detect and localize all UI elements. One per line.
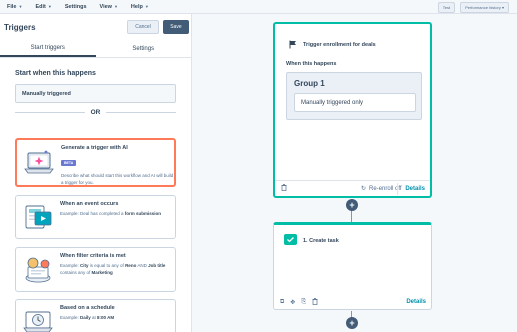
task-footer: ⧉ ✥ ⎘ Details <box>274 295 431 309</box>
performance-history-label: Performance history <box>465 5 501 10</box>
task-icon <box>284 232 297 250</box>
menu-view[interactable]: View ▼ <box>100 4 118 10</box>
schedule-card-description: Example: Daily at 8:00 AM <box>60 314 175 321</box>
laptop-sparkle-icon <box>17 140 61 185</box>
filter-desc-bold: Reno <box>125 263 137 268</box>
move-icon[interactable]: ✥ <box>290 299 295 306</box>
menu-help[interactable]: Help ▼ <box>131 4 149 10</box>
menu-file-label: File <box>7 3 17 10</box>
when-this-happens-label: When this happens <box>286 61 337 67</box>
tab-start-triggers[interactable]: Start triggers <box>0 40 96 57</box>
chevron-down-icon: ▼ <box>144 4 149 9</box>
chevron-down-icon: ▾ <box>501 5 504 10</box>
schedule-desc-bold: Daily <box>80 315 91 320</box>
filter-desc-text: AND <box>136 263 149 268</box>
filter-illustration-icon <box>16 248 60 291</box>
group-condition: Manually triggered only <box>294 93 416 112</box>
schedule-desc-text: Example: <box>60 315 81 320</box>
section-title: Start when this happens <box>15 70 96 77</box>
menu-settings-label: Settings <box>64 3 87 10</box>
cancel-button[interactable]: Cancel <box>127 20 159 34</box>
enrollment-trigger-node[interactable]: Trigger enrollment for deals When this h… <box>273 22 432 198</box>
filter-card-title: When filter criteria is met <box>60 253 126 259</box>
refresh-icon: ↻ <box>361 186 367 192</box>
event-illustration-icon <box>16 196 60 238</box>
filter-desc-bold: Marketing <box>91 270 113 275</box>
add-action-button[interactable]: + <box>346 317 358 329</box>
menu-edit[interactable]: Edit ▼ <box>35 4 51 10</box>
reenroll-toggle[interactable]: ↻ Re-enroll off <box>361 185 402 193</box>
schedule-desc-bold: 8:00 AM <box>97 315 115 320</box>
filter-group[interactable]: Group 1 Manually triggered only <box>286 72 422 120</box>
schedule-trigger-card[interactable]: Based on a schedule Example: Daily at 8:… <box>15 299 176 332</box>
triggers-panel: Triggers Cancel Save Start triggers Sett… <box>0 14 192 332</box>
trash-icon[interactable] <box>312 297 318 307</box>
performance-history-button[interactable]: Performance history ▾ <box>460 2 509 13</box>
add-action-button[interactable]: + <box>346 199 358 211</box>
event-trigger-card[interactable]: When an event occurs Example: Deal has c… <box>15 195 176 239</box>
top-menubar: File ▼ Edit ▼ Settings View ▼ Help ▼ Test Pe… <box>0 0 517 14</box>
filter-desc-text: contains any of <box>60 270 92 275</box>
panel-tabs: Start triggers Settings <box>0 40 191 58</box>
filter-card-description: Example: City is equal to any of Reno AN… <box>60 262 175 276</box>
menu-edit-label: Edit <box>35 3 46 10</box>
copy-icon[interactable]: ⧉ <box>280 299 284 306</box>
schedule-card-title: Based on a schedule <box>60 305 115 311</box>
filter-desc-bold: City <box>80 263 89 268</box>
panel-title: Triggers <box>4 22 36 32</box>
beta-badge: BETA <box>61 160 77 166</box>
ai-trigger-card[interactable]: Generate a trigger with AI BETA Describe… <box>15 138 176 187</box>
create-task-node[interactable]: 1. Create task ⧉ ✥ ⎘ Details <box>273 222 432 310</box>
save-button[interactable]: Save <box>163 20 189 34</box>
tab-settings[interactable]: Settings <box>96 40 192 57</box>
filter-desc-bold: Job title <box>148 263 166 268</box>
or-divider: OR <box>15 107 176 117</box>
or-label: OR <box>90 108 101 116</box>
group-title: Group 1 <box>294 79 325 88</box>
filter-trigger-card[interactable]: When filter criteria is met Example: Cit… <box>15 247 176 292</box>
menu-help-label: Help <box>130 3 143 10</box>
menu-settings[interactable]: Settings <box>65 4 87 10</box>
filter-desc-text: Example: <box>60 263 81 268</box>
schedule-illustration-icon <box>16 300 60 332</box>
clone-icon[interactable]: ⎘ <box>301 299 306 306</box>
flag-icon <box>289 36 297 54</box>
enrollment-title: Trigger enrollment for deals <box>303 42 376 48</box>
task-details-link[interactable]: Details <box>406 299 426 305</box>
event-card-title: When an event occurs <box>60 201 119 207</box>
test-button[interactable]: Test <box>437 2 456 13</box>
divider-line <box>106 111 176 113</box>
divider-line <box>15 111 85 113</box>
workflow-canvas: Trigger enrollment for deals When this h… <box>193 14 517 332</box>
footer-divider <box>397 183 398 195</box>
menu-file[interactable]: File ▼ <box>7 4 22 10</box>
event-desc-bold: form submission <box>124 211 162 216</box>
enrollment-header: Trigger enrollment for deals <box>275 24 430 54</box>
manual-trigger-option[interactable]: Manually triggered <box>15 84 176 103</box>
filter-desc-text: is equal to any of <box>88 263 126 268</box>
event-desc-text: Example: Deal has completed a <box>60 211 125 216</box>
menubar-right: Test Performance history ▾ <box>437 2 509 13</box>
chevron-down-icon: ▼ <box>47 4 52 9</box>
trash-icon[interactable] <box>281 184 287 193</box>
task-header: 1. Create task <box>274 225 431 250</box>
ai-card-description: Describe what should start this workflow… <box>61 173 174 185</box>
chevron-down-icon: ▼ <box>18 4 23 9</box>
enrollment-details-link[interactable]: Details <box>405 186 425 192</box>
chevron-down-icon: ▼ <box>113 4 118 9</box>
event-card-description: Example: Deal has completed a form submi… <box>60 210 175 217</box>
ai-card-title: Generate a trigger with AI <box>61 145 128 151</box>
menu-view-label: View <box>99 3 112 10</box>
task-title: 1. Create task <box>303 238 339 244</box>
enrollment-footer: ↻ Re-enroll off Details <box>275 180 430 196</box>
panel-header: Triggers Cancel Save <box>0 14 191 40</box>
